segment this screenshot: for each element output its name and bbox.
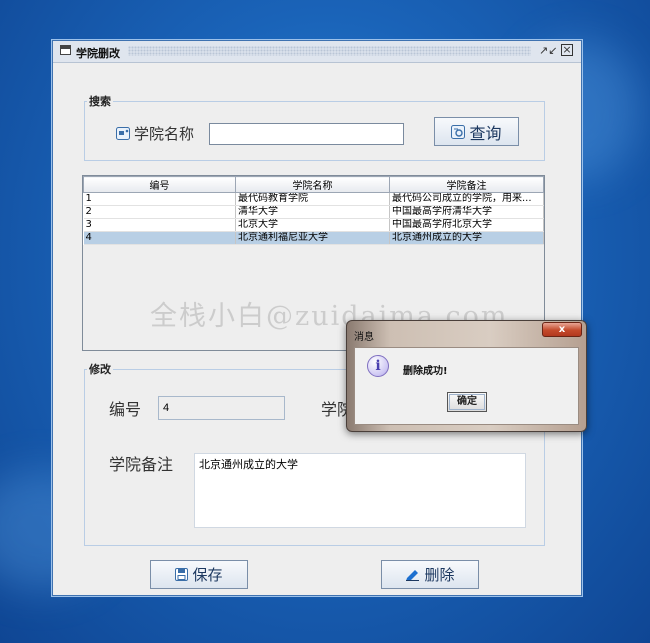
cell-note: 中国最高学府北京大学 xyxy=(389,218,544,232)
id-label: 编号 xyxy=(109,400,142,419)
cell-note: 最代码公司成立的学院，用来... xyxy=(389,192,544,206)
query-button-label: 查询 xyxy=(469,123,502,143)
college-name-label-row: 学院名称 xyxy=(116,123,194,144)
table-row[interactable]: 2 清华大学 中国最高学府清华大学 xyxy=(83,205,544,219)
college-name-search-input[interactable] xyxy=(209,123,404,145)
note-textarea[interactable]: 北京通州成立的大学 xyxy=(194,453,526,528)
cell-note: 北京通州成立的大学 xyxy=(389,231,544,245)
window-title: 学院删改 xyxy=(76,47,120,60)
window-icon xyxy=(60,45,71,55)
cell-name: 清华大学 xyxy=(235,205,390,219)
id-field[interactable] xyxy=(158,396,285,420)
form-icon xyxy=(116,127,130,140)
dialog-message: 删除成功! xyxy=(403,366,448,377)
college-grid: 编号 学院名称 学院备注 1 最代码教育学院 最代码公司成立的学院，用来... … xyxy=(83,176,544,245)
table-row-selected[interactable]: 4 北京通利福尼亚大学 北京通州成立的大学 xyxy=(83,231,544,245)
pencil-icon xyxy=(406,570,420,581)
column-header-name[interactable]: 学院名称 xyxy=(235,176,390,193)
query-button[interactable]: 查询 xyxy=(434,117,519,146)
cell-name: 北京大学 xyxy=(235,218,390,232)
title-bar-grip xyxy=(128,46,531,56)
column-header-note[interactable]: 学院备注 xyxy=(389,176,544,193)
college-name-label: 学院名称 xyxy=(134,125,195,143)
cell-id: 3 xyxy=(83,218,236,232)
table-row[interactable]: 1 最代码教育学院 最代码公司成立的学院，用来... xyxy=(83,192,544,206)
column-header-id[interactable]: 编号 xyxy=(83,176,236,193)
save-button-label: 保存 xyxy=(192,566,223,584)
cell-name: 北京通利福尼亚大学 xyxy=(235,231,390,245)
cell-id: 1 xyxy=(83,192,236,206)
dialog-ok-button[interactable]: 确定 xyxy=(447,392,487,412)
note-label: 学院备注 xyxy=(109,455,174,474)
table-row[interactable]: 3 北京大学 中国最高学府北京大学 xyxy=(83,218,544,232)
delete-button[interactable]: 删除 xyxy=(381,560,479,589)
delete-button-label: 删除 xyxy=(424,566,455,584)
search-form-icon xyxy=(451,124,466,139)
edit-group-title: 修改 xyxy=(89,363,111,376)
title-bar[interactable]: 学院删改 ↗↙ × xyxy=(53,41,581,63)
close-icon[interactable]: × xyxy=(561,44,573,56)
cell-id: 2 xyxy=(83,205,236,219)
minimize-icon[interactable]: ↗↙ xyxy=(539,44,557,57)
cell-id: 4 xyxy=(83,231,236,245)
dialog-title: 消息 xyxy=(354,332,374,343)
table-header: 编号 学院名称 学院备注 xyxy=(83,176,544,193)
dialog-close-button[interactable]: x xyxy=(542,322,582,337)
cell-note: 中国最高学府清华大学 xyxy=(389,205,544,219)
message-dialog: 消息 x i 删除成功! 确定 xyxy=(346,320,587,432)
dialog-body: i 删除成功! 确定 xyxy=(354,347,579,425)
save-icon xyxy=(175,568,189,581)
cell-name: 最代码教育学院 xyxy=(235,192,390,206)
search-group-title: 搜索 xyxy=(89,95,111,108)
save-button[interactable]: 保存 xyxy=(150,560,248,589)
info-icon: i xyxy=(367,355,389,377)
